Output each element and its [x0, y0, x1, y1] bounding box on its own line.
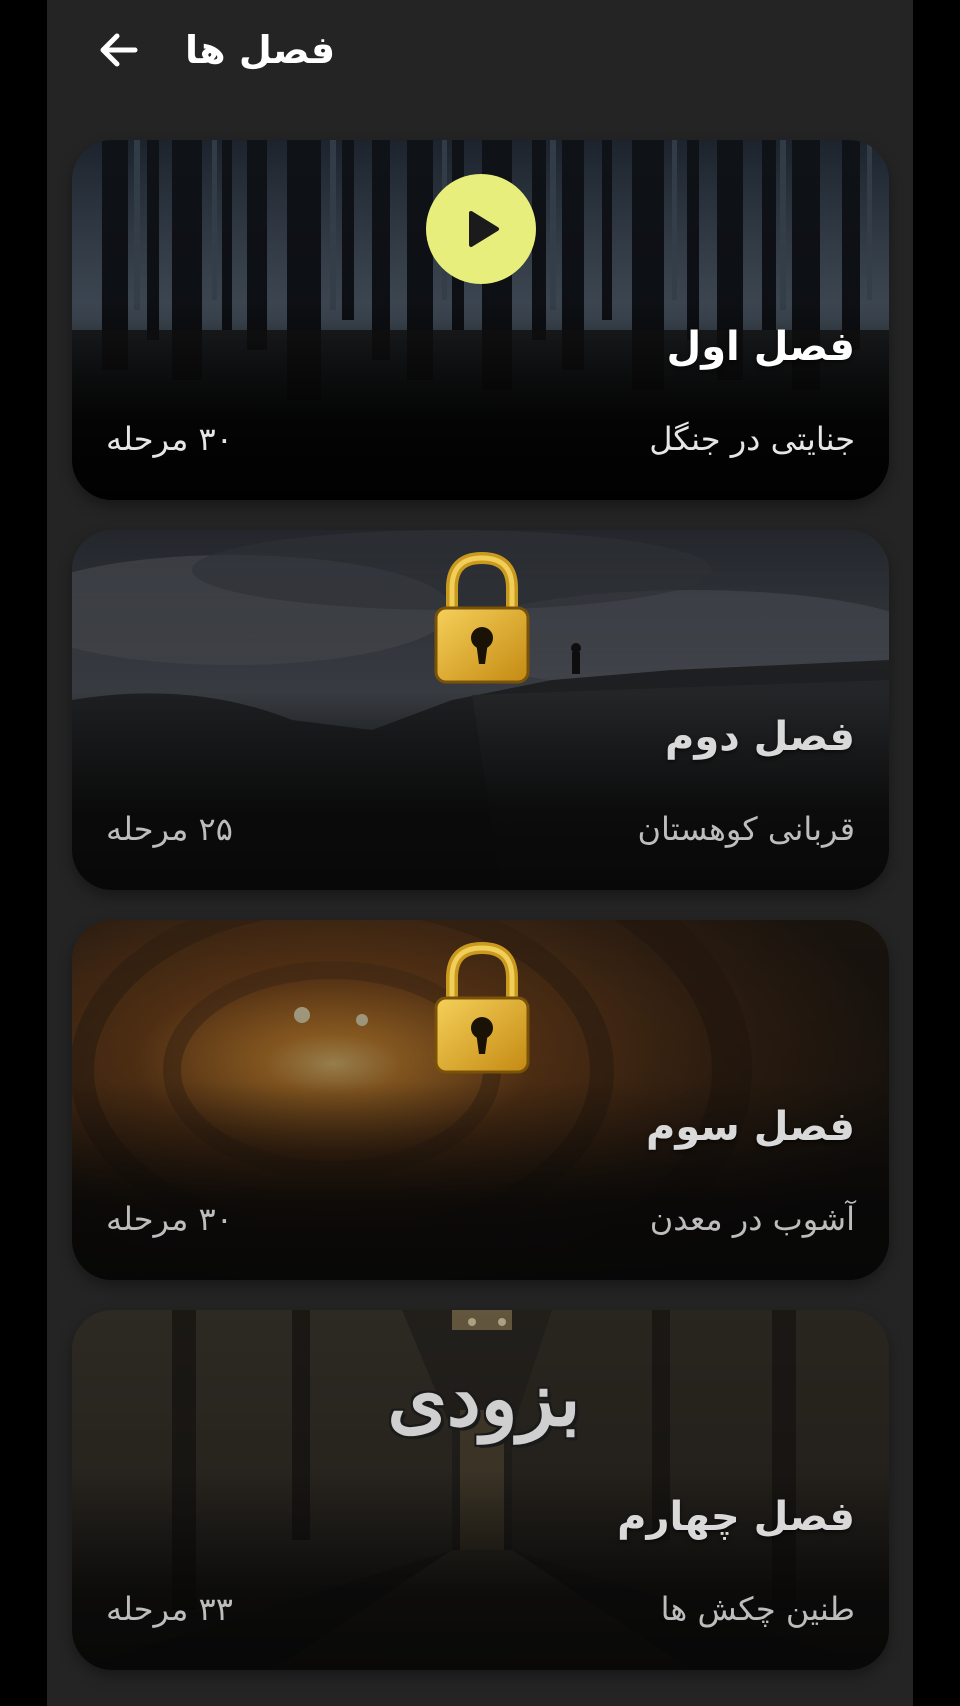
- lock-icon: [434, 942, 530, 1074]
- top-bar: فصل ها: [47, 0, 913, 100]
- chapter-card-2[interactable]: فصل دوم قربانی کوهستان ۲۵ مرحله: [72, 530, 889, 890]
- lock-icon: [434, 552, 530, 684]
- play-icon: [469, 211, 499, 247]
- chapter-levels: ۲۵ مرحله: [106, 810, 233, 848]
- chapter-title: فصل اول: [666, 324, 855, 370]
- chapter-title: فصل سوم: [646, 1104, 855, 1150]
- chapter-levels: ۳۰ مرحله: [106, 420, 233, 458]
- screen: فصل ها فصل اول جنایتی در جنگل ۳۰ مرحله ف…: [47, 0, 913, 1706]
- chapter-card-3[interactable]: فصل سوم آشوب در معدن ۳۰ مرحله: [72, 920, 889, 1280]
- page-title: فصل ها: [185, 28, 336, 72]
- coming-soon-badge: بزودی: [354, 1344, 614, 1454]
- chapter-title: فصل دوم: [665, 714, 855, 760]
- chapter-subtitle: قربانی کوهستان: [637, 810, 855, 848]
- play-button[interactable]: [426, 174, 536, 284]
- chapter-subtitle: آشوب در معدن: [649, 1200, 855, 1238]
- back-button[interactable]: [91, 22, 147, 78]
- arrow-left-icon: [100, 33, 138, 67]
- chapter-subtitle: طنین چکش ها: [660, 1590, 855, 1628]
- chapter-card-4[interactable]: بزودی فصل چهارم طنین چکش ها ۳۳ مرحله: [72, 1310, 889, 1670]
- chapter-subtitle: جنایتی در جنگل: [649, 420, 855, 458]
- chapter-levels: ۳۰ مرحله: [106, 1200, 233, 1238]
- chapter-levels: ۳۳ مرحله: [106, 1590, 233, 1628]
- chapter-card-1[interactable]: فصل اول جنایتی در جنگل ۳۰ مرحله: [72, 140, 889, 500]
- coming-soon-label: بزودی: [387, 1354, 581, 1443]
- chapter-title: فصل چهارم: [617, 1494, 855, 1540]
